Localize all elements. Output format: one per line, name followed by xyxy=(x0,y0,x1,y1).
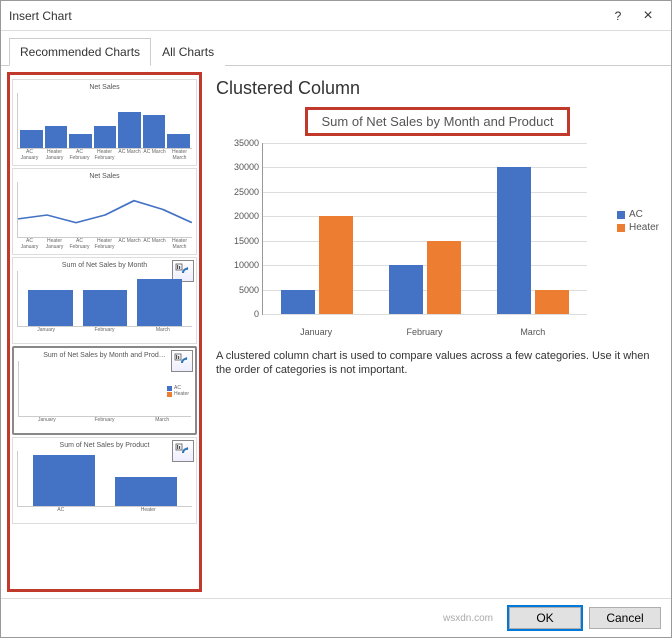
thumb-title: Sum of Net Sales by Month and Prod… xyxy=(18,352,191,359)
bar-heater-march xyxy=(535,290,569,314)
cancel-button[interactable]: Cancel xyxy=(589,607,661,629)
watermark: wsxdn.com xyxy=(11,613,501,624)
thumb-title: Net Sales xyxy=(17,84,192,91)
chart-thumb-2[interactable]: Net Sales AC JanuaryHeater JanuaryAC Feb… xyxy=(12,168,197,255)
chart-description: A clustered column chart is used to comp… xyxy=(216,349,659,378)
insert-chart-dialog: Insert Chart ? × Recommended Charts All … xyxy=(0,0,672,638)
titlebar: Insert Chart ? × xyxy=(1,1,671,31)
ok-button[interactable]: OK xyxy=(509,607,581,629)
thumb-title: Net Sales xyxy=(17,173,192,180)
tab-all-charts[interactable]: All Charts xyxy=(151,38,225,66)
chart-type-heading: Clustered Column xyxy=(216,78,659,99)
chart-title-highlight: Sum of Net Sales by Month and Product xyxy=(305,107,571,136)
help-button[interactable]: ? xyxy=(603,9,633,23)
dialog-title: Insert Chart xyxy=(9,9,603,23)
chart-thumb-3[interactable]: Sum of Net Sales by Month JanuaryFebruar… xyxy=(12,257,197,344)
bar-heater-february xyxy=(427,241,461,314)
bar-ac-february xyxy=(389,265,423,314)
close-button[interactable]: × xyxy=(633,7,663,25)
thumb-title: Sum of Net Sales by Product xyxy=(17,442,192,449)
tab-strip: Recommended Charts All Charts xyxy=(1,37,671,66)
tab-recommended[interactable]: Recommended Charts xyxy=(9,38,151,66)
thumb-title: Sum of Net Sales by Month xyxy=(17,262,192,269)
thumb-legend: AC Heater xyxy=(167,385,189,397)
recommended-list-highlight: Net Sales AC JanuaryHeater JanuaryAC Feb… xyxy=(7,72,202,592)
chart-thumb-4[interactable]: Sum of Net Sales by Month and Prod… Janu… xyxy=(12,346,197,435)
legend-ac: AC xyxy=(629,209,643,220)
dialog-body: Net Sales AC JanuaryHeater JanuaryAC Feb… xyxy=(1,66,671,598)
chart-preview: Sum of Net Sales by Month and Product 05… xyxy=(216,107,659,337)
bar-heater-january xyxy=(319,216,353,314)
bar-ac-march xyxy=(497,167,531,314)
recommended-list[interactable]: Net Sales AC JanuaryHeater JanuaryAC Feb… xyxy=(10,75,199,589)
chart-thumb-5[interactable]: Sum of Net Sales by Product ACHeater xyxy=(12,437,197,524)
bar-ac-january xyxy=(281,290,315,314)
chart-thumb-1[interactable]: Net Sales AC JanuaryHeater JanuaryAC Feb… xyxy=(12,79,197,166)
dialog-footer: wsxdn.com OK Cancel xyxy=(1,598,671,637)
x-axis-labels: JanuaryFebruaryMarch xyxy=(262,327,587,337)
plot-area: 05000100001500020000250003000035000 xyxy=(262,143,587,315)
chart-legend: AC Heater xyxy=(617,207,659,235)
legend-heater: Heater xyxy=(629,222,659,233)
chart-preview-pane: Clustered Column Sum of Net Sales by Mon… xyxy=(208,66,671,598)
